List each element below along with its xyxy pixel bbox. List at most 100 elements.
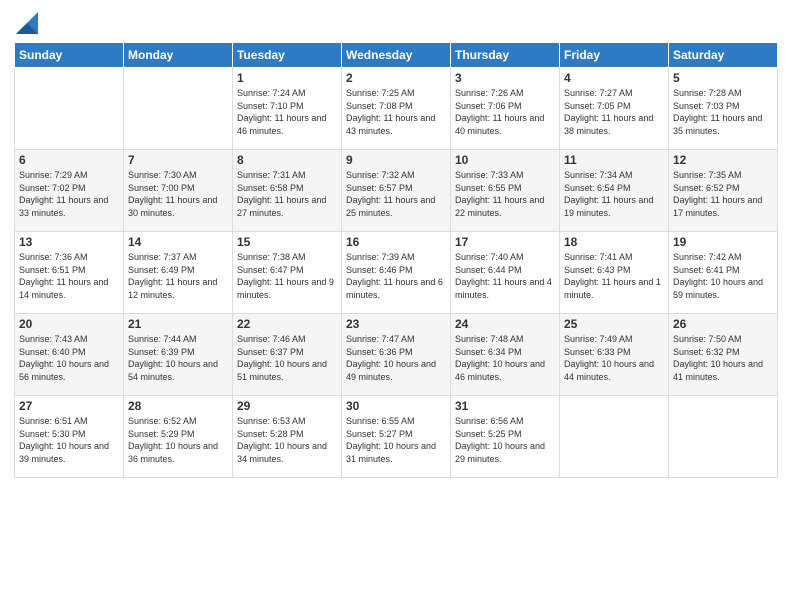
weekday-header-friday: Friday [560, 43, 669, 68]
day-cell: 22Sunrise: 7:46 AMSunset: 6:37 PMDayligh… [233, 314, 342, 396]
day-cell: 11 Sunrise: 7:34 AMSunset: 6:54 PMDayligh… [560, 150, 669, 232]
day-number: 14 [128, 235, 228, 249]
day-cell: 17Sunrise: 7:40 AMSunset: 6:44 PMDayligh… [451, 232, 560, 314]
day-cell: 25 Sunrise: 7:49 AMSunset: 6:33 PMDayligh… [560, 314, 669, 396]
day-cell [15, 68, 124, 150]
day-cell: 7Sunrise: 7:30 AMSunset: 7:00 PMDaylight… [124, 150, 233, 232]
day-info: Sunrise: 7:49 AMSunset: 6:33 PMDaylight:… [564, 333, 664, 383]
day-cell: 23 Sunrise: 7:47 AMSunset: 6:36 PMDayligh… [342, 314, 451, 396]
day-number: 11 [564, 153, 664, 167]
day-number: 28 [128, 399, 228, 413]
calendar-container: SundayMondayTuesdayWednesdayThursdayFrid… [0, 0, 792, 486]
day-number: 1 [237, 71, 337, 85]
day-info: Sunrise: 7:42 AMSunset: 6:41 PMDaylight:… [673, 251, 773, 301]
weekday-header-sunday: Sunday [15, 43, 124, 68]
day-info: Sunrise: 7:29 AMSunset: 7:02 PMDaylight:… [19, 169, 119, 219]
day-info: Sunrise: 7:39 AMSunset: 6:46 PMDaylight:… [346, 251, 446, 301]
day-info: Sunrise: 6:55 AMSunset: 5:27 PMDaylight:… [346, 415, 446, 465]
day-cell: 13 Sunrise: 7:36 AMSunset: 6:51 PMDayligh… [15, 232, 124, 314]
day-number: 15 [237, 235, 337, 249]
day-cell: 30 Sunrise: 6:55 AMSunset: 5:27 PMDayligh… [342, 396, 451, 478]
day-info: Sunrise: 7:37 AMSunset: 6:49 PMDaylight:… [128, 251, 228, 301]
day-info: Sunrise: 7:38 AMSunset: 6:47 PMDaylight:… [237, 251, 337, 301]
weekday-header-row: SundayMondayTuesdayWednesdayThursdayFrid… [15, 43, 778, 68]
weekday-header-wednesday: Wednesday [342, 43, 451, 68]
day-cell: 4 Sunrise: 7:27 AMSunset: 7:05 PMDaylight… [560, 68, 669, 150]
day-number: 31 [455, 399, 555, 413]
day-info: Sunrise: 6:53 AMSunset: 5:28 PMDaylight:… [237, 415, 337, 465]
weekday-header-monday: Monday [124, 43, 233, 68]
day-cell: 16 Sunrise: 7:39 AMSunset: 6:46 PMDayligh… [342, 232, 451, 314]
day-number: 18 [564, 235, 664, 249]
day-cell: 24 Sunrise: 7:48 AMSunset: 6:34 PMDayligh… [451, 314, 560, 396]
day-info: Sunrise: 7:41 AMSunset: 6:43 PMDaylight:… [564, 251, 664, 301]
day-number: 25 [564, 317, 664, 331]
day-info: Sunrise: 7:32 AMSunset: 6:57 PMDaylight:… [346, 169, 446, 219]
day-number: 2 [346, 71, 446, 85]
day-cell: 19 Sunrise: 7:42 AMSunset: 6:41 PMDayligh… [669, 232, 778, 314]
day-info: Sunrise: 6:51 AMSunset: 5:30 PMDaylight:… [19, 415, 119, 465]
day-number: 21 [128, 317, 228, 331]
day-number: 22 [237, 317, 337, 331]
day-number: 29 [237, 399, 337, 413]
day-cell [560, 396, 669, 478]
day-cell: 26 Sunrise: 7:50 AMSunset: 6:32 PMDayligh… [669, 314, 778, 396]
day-number: 5 [673, 71, 773, 85]
weekday-header-saturday: Saturday [669, 43, 778, 68]
calendar-table: SundayMondayTuesdayWednesdayThursdayFrid… [14, 42, 778, 478]
weekday-header-thursday: Thursday [451, 43, 560, 68]
day-info: Sunrise: 7:28 AMSunset: 7:03 PMDaylight:… [673, 87, 773, 137]
day-number: 27 [19, 399, 119, 413]
day-info: Sunrise: 7:26 AMSunset: 7:06 PMDaylight:… [455, 87, 555, 137]
day-number: 3 [455, 71, 555, 85]
day-cell: 5 Sunrise: 7:28 AMSunset: 7:03 PMDaylight… [669, 68, 778, 150]
day-info: Sunrise: 7:50 AMSunset: 6:32 PMDaylight:… [673, 333, 773, 383]
day-cell: 21 Sunrise: 7:44 AMSunset: 6:39 PMDayligh… [124, 314, 233, 396]
day-info: Sunrise: 7:44 AMSunset: 6:39 PMDaylight:… [128, 333, 228, 383]
day-cell: 8 Sunrise: 7:31 AMSunset: 6:58 PMDaylight… [233, 150, 342, 232]
day-number: 30 [346, 399, 446, 413]
week-row-1: 1Sunrise: 7:24 AMSunset: 7:10 PMDaylight… [15, 68, 778, 150]
logo-icon [16, 12, 38, 34]
day-cell: 2Sunrise: 7:25 AMSunset: 7:08 PMDaylight… [342, 68, 451, 150]
day-number: 10 [455, 153, 555, 167]
week-row-4: 20Sunrise: 7:43 AMSunset: 6:40 PMDayligh… [15, 314, 778, 396]
day-info: Sunrise: 7:36 AMSunset: 6:51 PMDaylight:… [19, 251, 119, 301]
day-number: 9 [346, 153, 446, 167]
day-info: Sunrise: 7:34 AMSunset: 6:54 PMDaylight:… [564, 169, 664, 219]
day-cell: 28 Sunrise: 6:52 AMSunset: 5:29 PMDayligh… [124, 396, 233, 478]
day-cell: 3 Sunrise: 7:26 AMSunset: 7:06 PMDaylight… [451, 68, 560, 150]
day-number: 8 [237, 153, 337, 167]
header [14, 10, 778, 34]
day-cell: 31 Sunrise: 6:56 AMSunset: 5:25 PMDayligh… [451, 396, 560, 478]
day-number: 16 [346, 235, 446, 249]
day-cell: 29 Sunrise: 6:53 AMSunset: 5:28 PMDayligh… [233, 396, 342, 478]
day-info: Sunrise: 6:52 AMSunset: 5:29 PMDaylight:… [128, 415, 228, 465]
weekday-header-tuesday: Tuesday [233, 43, 342, 68]
day-number: 12 [673, 153, 773, 167]
day-number: 26 [673, 317, 773, 331]
day-number: 4 [564, 71, 664, 85]
day-cell [669, 396, 778, 478]
day-number: 19 [673, 235, 773, 249]
day-info: Sunrise: 7:48 AMSunset: 6:34 PMDaylight:… [455, 333, 555, 383]
day-info: Sunrise: 6:56 AMSunset: 5:25 PMDaylight:… [455, 415, 555, 465]
day-number: 6 [19, 153, 119, 167]
week-row-2: 6 Sunrise: 7:29 AMSunset: 7:02 PMDaylight… [15, 150, 778, 232]
logo [14, 14, 38, 34]
day-number: 7 [128, 153, 228, 167]
day-number: 20 [19, 317, 119, 331]
day-cell: 10Sunrise: 7:33 AMSunset: 6:55 PMDayligh… [451, 150, 560, 232]
day-cell: 1Sunrise: 7:24 AMSunset: 7:10 PMDaylight… [233, 68, 342, 150]
week-row-5: 27 Sunrise: 6:51 AMSunset: 5:30 PMDayligh… [15, 396, 778, 478]
day-number: 13 [19, 235, 119, 249]
day-info: Sunrise: 7:31 AMSunset: 6:58 PMDaylight:… [237, 169, 337, 219]
day-cell: 6 Sunrise: 7:29 AMSunset: 7:02 PMDaylight… [15, 150, 124, 232]
day-number: 23 [346, 317, 446, 331]
day-cell: 15 Sunrise: 7:38 AMSunset: 6:47 PMDayligh… [233, 232, 342, 314]
day-cell: 9 Sunrise: 7:32 AMSunset: 6:57 PMDaylight… [342, 150, 451, 232]
day-info: Sunrise: 7:47 AMSunset: 6:36 PMDaylight:… [346, 333, 446, 383]
day-number: 24 [455, 317, 555, 331]
day-info: Sunrise: 7:27 AMSunset: 7:05 PMDaylight:… [564, 87, 664, 137]
day-cell: 12Sunrise: 7:35 AMSunset: 6:52 PMDayligh… [669, 150, 778, 232]
